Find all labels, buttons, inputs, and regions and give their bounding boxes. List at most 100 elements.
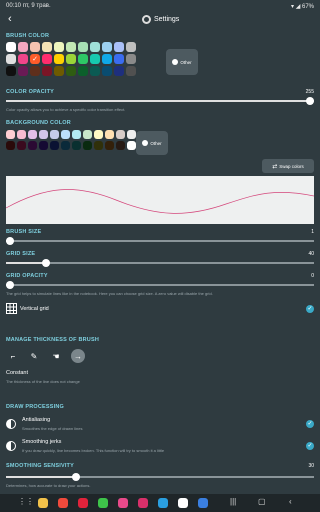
antialiasing-title: Antialiasing — [22, 417, 51, 423]
recents-icon[interactable]: ||| — [230, 497, 236, 506]
color-swatch[interactable] — [114, 42, 124, 52]
thickness-option-constant[interactable]: → — [71, 349, 85, 363]
color-swatch[interactable] — [116, 130, 125, 139]
brush-other-color-button[interactable]: Other — [166, 49, 198, 75]
color-swatch[interactable] — [72, 130, 81, 139]
color-swatch[interactable] — [6, 54, 16, 64]
color-swatch[interactable] — [116, 141, 125, 150]
color-swatch[interactable] — [54, 42, 64, 52]
slider-knob[interactable] — [6, 237, 14, 245]
color-swatch[interactable] — [17, 141, 26, 150]
color-swatch[interactable] — [30, 66, 40, 76]
color-swatch[interactable] — [42, 42, 52, 52]
color-swatch[interactable] — [127, 141, 136, 150]
color-swatch[interactable] — [18, 66, 28, 76]
app-drawer-icon[interactable]: ⋮⋮ — [18, 497, 34, 506]
color-swatch[interactable] — [126, 42, 136, 52]
slider-knob[interactable] — [6, 281, 14, 289]
color-swatch[interactable] — [102, 42, 112, 52]
color-swatch[interactable] — [102, 66, 112, 76]
color-swatch[interactable] — [28, 130, 37, 139]
color-swatch[interactable] — [39, 130, 48, 139]
swap-colors-button[interactable]: ⇄ Swap colors — [262, 159, 314, 173]
color-swatch[interactable] — [30, 42, 40, 52]
color-swatch[interactable] — [90, 42, 100, 52]
color-swatch[interactable] — [66, 42, 76, 52]
color-swatch[interactable] — [66, 66, 76, 76]
color-swatch[interactable] — [66, 54, 76, 64]
color-swatch[interactable] — [18, 54, 28, 64]
color-opacity-slider[interactable] — [6, 97, 314, 105]
color-swatch[interactable] — [50, 130, 59, 139]
vertical-grid-checkbox[interactable]: ✓ — [306, 305, 314, 313]
color-swatch[interactable] — [72, 141, 81, 150]
color-swatch[interactable] — [83, 130, 92, 139]
thickness-heading: MANAGE THICKNESS OF BRUSH — [6, 337, 100, 343]
antialiasing-row[interactable]: Antialiasing Smoothes the edge of drawn … — [0, 415, 320, 435]
color-swatch[interactable] — [42, 54, 52, 64]
smoothing-jerks-row[interactable]: Smoothing jerks If you draw quickly, lin… — [0, 437, 320, 457]
color-swatch[interactable] — [126, 54, 136, 64]
dock-app-icon[interactable] — [58, 498, 68, 508]
slider-knob[interactable] — [306, 97, 314, 105]
dock-app-icon[interactable] — [138, 498, 148, 508]
smoothing-sensivity-slider[interactable] — [6, 473, 314, 481]
color-swatch[interactable] — [126, 66, 136, 76]
color-swatch[interactable] — [6, 42, 16, 52]
color-swatch[interactable] — [94, 130, 103, 139]
color-swatch[interactable] — [6, 66, 16, 76]
color-swatch[interactable] — [94, 141, 103, 150]
dock-app-icon[interactable] — [98, 498, 108, 508]
grid-opacity-slider[interactable] — [6, 281, 314, 289]
color-swatch[interactable] — [17, 130, 26, 139]
color-swatch[interactable]: ✓ — [30, 54, 40, 64]
color-swatch[interactable] — [50, 141, 59, 150]
brush-color-heading: BRUSH COLOR — [6, 33, 50, 39]
dock-app-icon[interactable] — [78, 498, 88, 508]
slider-knob[interactable] — [42, 259, 50, 267]
slider-knob[interactable] — [72, 473, 80, 481]
color-swatch[interactable] — [127, 130, 136, 139]
vertical-grid-row[interactable]: Vertical grid ✓ — [0, 302, 320, 316]
grid-opacity-value: 0 — [311, 273, 314, 279]
thickness-option-corner[interactable]: ⌐ — [6, 349, 20, 363]
arrow-back-icon[interactable]: ‹ — [8, 14, 12, 25]
grid-size-heading: GRID SIZE — [6, 251, 36, 257]
back-nav-icon[interactable]: ‹ — [289, 497, 292, 506]
color-swatch[interactable] — [61, 141, 70, 150]
color-swatch[interactable] — [83, 141, 92, 150]
thickness-option-touch[interactable]: ☚ — [49, 349, 63, 363]
thickness-option-pen[interactable]: ✎ — [27, 349, 41, 363]
color-swatch[interactable] — [78, 66, 88, 76]
dock-app-icon[interactable] — [158, 498, 168, 508]
color-swatch[interactable] — [42, 66, 52, 76]
grid-size-slider[interactable] — [6, 259, 314, 267]
draw-processing-heading: DRAW PROCESSING — [6, 404, 65, 410]
color-swatch[interactable] — [18, 42, 28, 52]
color-swatch[interactable] — [28, 141, 37, 150]
smoothing-jerks-checkbox[interactable]: ✓ — [306, 442, 314, 450]
dock-app-icon[interactable] — [118, 498, 128, 508]
color-swatch[interactable] — [114, 66, 124, 76]
color-swatch[interactable] — [39, 141, 48, 150]
home-icon[interactable]: ▢ — [258, 497, 266, 506]
dock-app-icon[interactable] — [38, 498, 48, 508]
color-swatch[interactable] — [90, 54, 100, 64]
color-swatch[interactable] — [54, 54, 64, 64]
color-swatch[interactable] — [105, 130, 114, 139]
color-swatch[interactable] — [61, 130, 70, 139]
brush-size-slider[interactable] — [6, 237, 314, 245]
background-other-color-button[interactable]: Other — [136, 131, 168, 155]
color-swatch[interactable] — [78, 42, 88, 52]
color-swatch[interactable] — [78, 54, 88, 64]
color-swatch[interactable] — [54, 66, 64, 76]
color-swatch[interactable] — [6, 130, 15, 139]
dock-app-icon[interactable] — [198, 498, 208, 508]
color-swatch[interactable] — [6, 141, 15, 150]
color-swatch[interactable] — [114, 54, 124, 64]
dock-app-icon[interactable] — [178, 498, 188, 508]
color-swatch[interactable] — [90, 66, 100, 76]
color-swatch[interactable] — [105, 141, 114, 150]
color-swatch[interactable] — [102, 54, 112, 64]
antialiasing-checkbox[interactable]: ✓ — [306, 420, 314, 428]
